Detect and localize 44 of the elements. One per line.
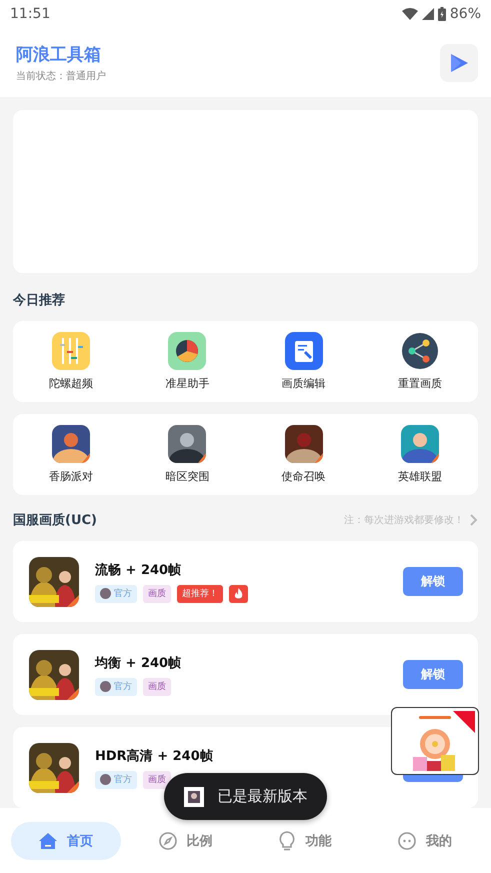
game-label[interactable]: 香肠派对 <box>49 469 94 484</box>
note-text: 注：每次进游戏都要修改！ <box>344 514 464 527</box>
face-icon <box>398 832 416 850</box>
compass-icon <box>158 832 177 850</box>
pie-chart-icon[interactable] <box>168 332 206 370</box>
play-button[interactable] <box>440 44 478 82</box>
signal-icon <box>422 8 434 20</box>
battery-icon <box>438 7 446 21</box>
game-label[interactable]: 英雄联盟 <box>398 469 442 484</box>
lightbulb-icon <box>279 830 296 850</box>
game-label[interactable]: 暗区突围 <box>165 469 210 484</box>
official-tag: 官方 <box>95 584 137 602</box>
preset-title: 流畅 + 240帧 <box>95 562 182 578</box>
nav-tab[interactable]: 我的 <box>370 822 480 860</box>
fire-icon <box>229 584 248 602</box>
user-status: 当前状态：普通用户 <box>16 70 106 82</box>
status-time: 11:51 <box>10 6 50 22</box>
battery-percent: 86% <box>450 6 481 22</box>
app-title: 阿浪工具箱 <box>16 44 102 66</box>
home-icon <box>38 832 57 850</box>
section-title: 今日推荐 <box>13 292 66 309</box>
nav-tab[interactable]: 比例 <box>130 822 240 860</box>
official-tag: 官方 <box>95 770 137 788</box>
app-icon <box>184 786 204 806</box>
play-icon <box>449 52 469 72</box>
quality-tag: 画质 <box>143 678 171 696</box>
official-tag: 官方 <box>95 678 137 696</box>
preset-title: 均衡 + 240帧 <box>95 654 182 672</box>
nav-tab[interactable]: 功能 <box>250 822 360 860</box>
recommend-tag: 超推荐！ <box>177 584 223 602</box>
wifi-icon <box>402 8 418 20</box>
tool-label[interactable]: 重置画质 <box>398 376 442 391</box>
tool-label[interactable]: 画质编辑 <box>282 376 326 391</box>
document-edit-icon[interactable] <box>284 332 323 370</box>
tool-label[interactable]: 准星助手 <box>165 376 210 391</box>
quality-tag: 画质 <box>143 584 171 602</box>
share-icon[interactable] <box>400 332 439 370</box>
preset-title: HDR高清 + 240帧 <box>95 748 214 764</box>
sliders-icon[interactable] <box>52 332 90 370</box>
tool-label[interactable]: 陀螺超频 <box>49 376 94 391</box>
quality-tag: 画质 <box>143 770 171 788</box>
section-title: 国服画质(UC) <box>13 512 97 529</box>
toast-message: 已是最新版本 <box>218 787 308 806</box>
game-label[interactable]: 使命召唤 <box>282 469 326 484</box>
